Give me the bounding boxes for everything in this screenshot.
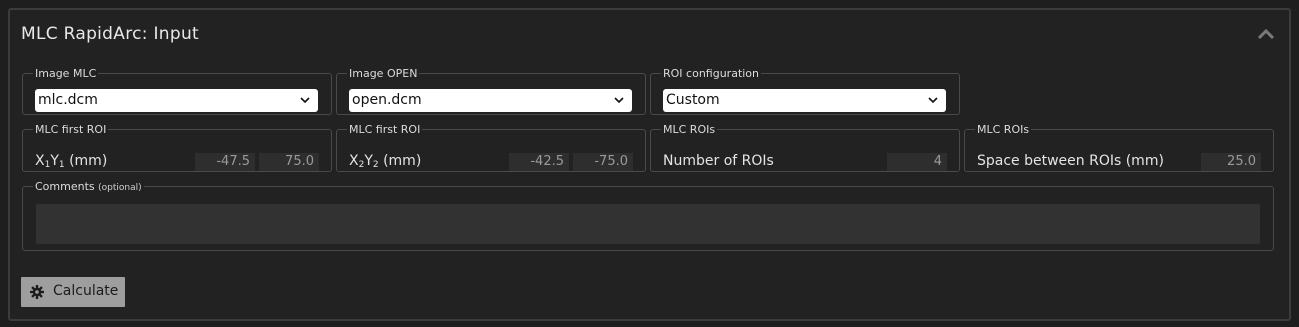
roi-space-input[interactable]: 25.0 xyxy=(1201,153,1261,171)
y2-input[interactable]: -75.0 xyxy=(573,153,633,171)
first-roi-2-legend: MLC first ROI xyxy=(349,123,421,136)
x2y2-label: X2Y2 (mm) xyxy=(349,153,422,170)
roi-count-input[interactable]: 4 xyxy=(887,153,947,171)
calculate-button[interactable]: Calculate xyxy=(21,277,125,307)
panel-title: MLC RapidArc: Input xyxy=(21,24,200,44)
image-open-select[interactable]: open.dcm xyxy=(349,89,632,112)
x2-input[interactable]: -42.5 xyxy=(509,153,569,171)
x1y1-label: X1Y1 (mm) xyxy=(35,153,108,170)
roi-count-group: MLC ROIs Number of ROIs 4 xyxy=(650,123,960,172)
roi-space-legend: MLC ROIs xyxy=(977,123,1030,136)
chevron-down-icon xyxy=(928,97,938,104)
calculate-label: Calculate xyxy=(53,283,119,299)
image-open-legend: Image OPEN xyxy=(349,67,418,80)
roi-count-label: Number of ROIs xyxy=(663,153,774,169)
image-mlc-group: Image MLC mlc.dcm xyxy=(22,67,332,115)
x1-input[interactable]: -47.5 xyxy=(195,153,255,171)
image-open-group: Image OPEN open.dcm xyxy=(336,67,646,115)
image-open-value: open.dcm xyxy=(352,92,422,108)
comments-optional-note: (optional) xyxy=(98,183,142,193)
first-roi-2-group: MLC first ROI X2Y2 (mm) -42.5 -75.0 xyxy=(336,123,646,172)
roi-space-label: Space between ROIs (mm) xyxy=(977,153,1164,169)
roi-space-group: MLC ROIs Space between ROIs (mm) 25.0 xyxy=(964,123,1274,172)
y1-input[interactable]: 75.0 xyxy=(259,153,319,171)
roi-count-legend: MLC ROIs xyxy=(663,123,716,136)
image-mlc-select[interactable]: mlc.dcm xyxy=(35,89,318,112)
image-mlc-value: mlc.dcm xyxy=(38,92,98,108)
roi-config-legend: ROI configuration xyxy=(663,67,760,80)
comments-group: Comments (optional) xyxy=(22,180,1274,251)
first-roi-1-group: MLC first ROI X1Y1 (mm) -47.5 75.0 xyxy=(22,123,332,172)
roi-config-group: ROI configuration Custom xyxy=(650,67,960,115)
image-mlc-legend: Image MLC xyxy=(35,67,97,80)
chevron-up-icon[interactable] xyxy=(1257,28,1275,40)
gear-icon xyxy=(30,285,44,299)
roi-config-value: Custom xyxy=(666,92,720,108)
comments-textarea[interactable] xyxy=(36,204,1260,244)
comments-legend: Comments (optional) xyxy=(35,180,142,193)
input-panel: MLC RapidArc: Input Image MLC mlc.dcm Im… xyxy=(8,8,1291,321)
first-roi-1-legend: MLC first ROI xyxy=(35,123,107,136)
chevron-down-icon xyxy=(300,97,310,104)
roi-config-select[interactable]: Custom xyxy=(663,89,946,112)
chevron-down-icon xyxy=(614,97,624,104)
